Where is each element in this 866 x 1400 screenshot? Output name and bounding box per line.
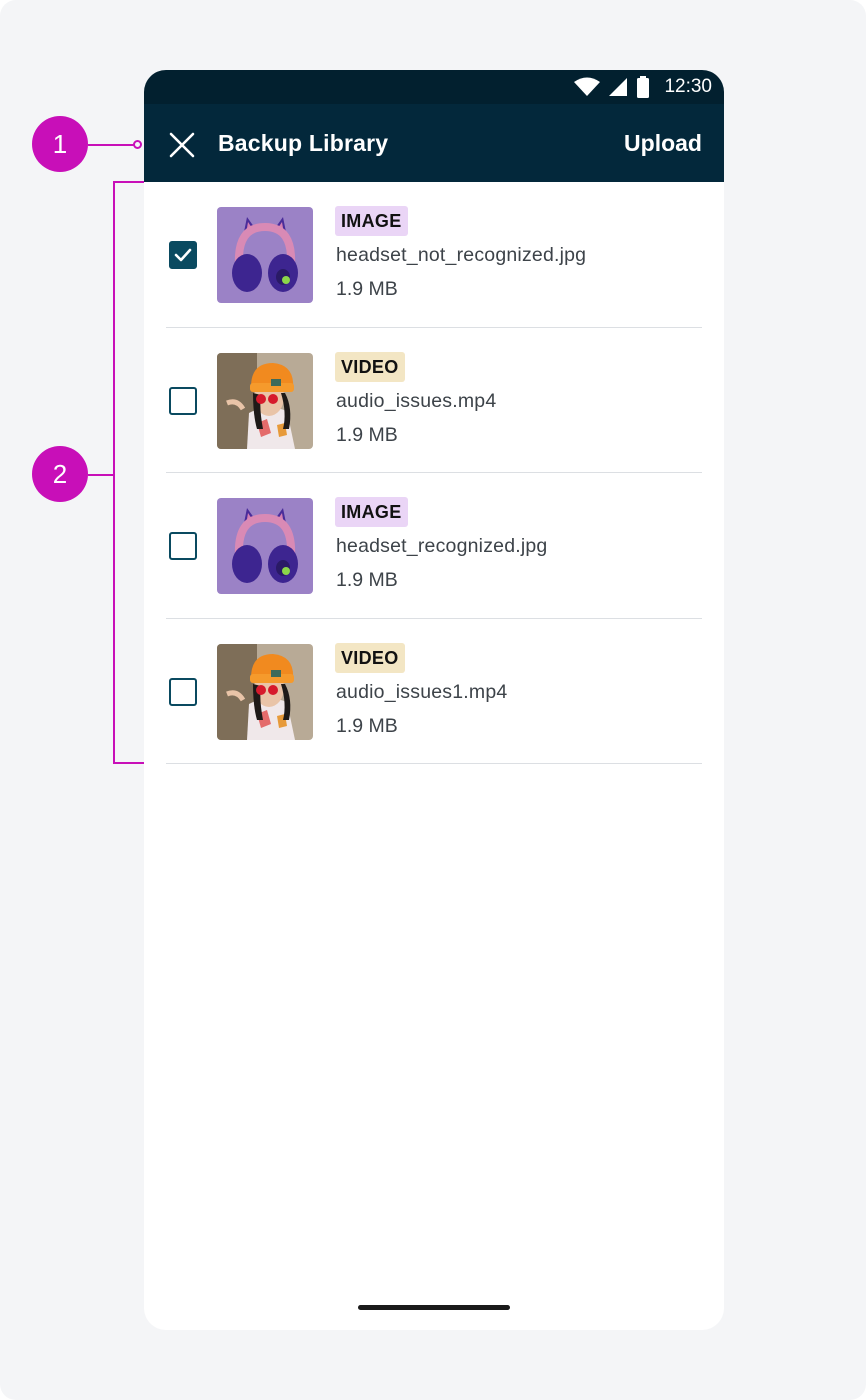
divider <box>166 763 702 764</box>
type-badge: IMAGE <box>335 497 408 527</box>
phone-screen: 12:30 Backup Library Upload IMAGE headse… <box>144 70 724 1330</box>
video-image <box>217 352 313 449</box>
callout-1-dot <box>133 140 142 149</box>
close-button[interactable] <box>166 129 198 161</box>
callout-2-line <box>88 474 114 476</box>
headset-thumbnail <box>217 207 313 303</box>
file-name: headset_recognized.jpg <box>336 535 548 557</box>
status-bar: 12:30 <box>144 70 724 104</box>
callout-2-bracket-bottom <box>113 762 145 764</box>
list-item: IMAGE headset_not_recognized.jpg 1.9 MB <box>144 182 724 328</box>
file-checkbox[interactable] <box>169 241 197 269</box>
list-item: IMAGE headset_recognized.jpg 1.9 MB <box>144 473 724 619</box>
video-image <box>217 643 313 740</box>
file-name: audio_issues1.mp4 <box>336 680 508 703</box>
file-size: 1.9 MB <box>336 714 398 737</box>
page-title: Backup Library <box>218 130 389 156</box>
file-checkbox[interactable] <box>169 677 197 706</box>
battery-icon <box>637 76 650 98</box>
file-checkbox[interactable] <box>169 386 197 415</box>
status-time: 12:30 <box>664 76 712 97</box>
callout-1-line <box>88 144 134 146</box>
headset-image <box>217 498 313 594</box>
type-badge: VIDEO <box>335 351 405 382</box>
video-thumbnail <box>217 643 313 740</box>
type-badge: IMAGE <box>335 206 408 236</box>
file-checkbox[interactable] <box>169 532 197 560</box>
wifi-icon <box>574 77 601 96</box>
upload-button[interactable]: Upload <box>624 130 702 157</box>
checkmark-icon <box>174 248 192 262</box>
list-item: VIDEO audio_issues.mp4 1.9 MB <box>144 328 724 473</box>
type-badge: VIDEO <box>335 642 405 673</box>
list-item: VIDEO audio_issues1.mp4 1.9 MB <box>144 619 724 764</box>
file-name: headset_not_recognized.jpg <box>336 244 587 266</box>
close-icon <box>169 132 195 158</box>
callout-2-bracket-vertical <box>113 182 115 764</box>
callout-1: 1 <box>32 116 88 172</box>
headset-image <box>217 207 313 303</box>
annotation-canvas: 1 2 12:30 Backup Library Upload IMAGE he… <box>0 0 866 1400</box>
cellular-signal-icon <box>609 78 628 96</box>
callout-2: 2 <box>32 446 88 502</box>
callout-2-label: 2 <box>52 458 68 489</box>
headset-thumbnail <box>217 498 313 594</box>
file-size: 1.9 MB <box>336 278 398 300</box>
callout-1-label: 1 <box>52 128 68 159</box>
file-size: 1.9 MB <box>336 569 398 591</box>
callout-2-bracket-top <box>113 181 145 183</box>
app-bar: Backup Library Upload <box>144 104 724 182</box>
file-name: audio_issues.mp4 <box>336 389 497 412</box>
video-thumbnail <box>217 352 313 449</box>
home-indicator[interactable] <box>358 1305 510 1310</box>
file-size: 1.9 MB <box>336 423 398 446</box>
file-list: IMAGE headset_not_recognized.jpg 1.9 MB <box>144 182 724 764</box>
